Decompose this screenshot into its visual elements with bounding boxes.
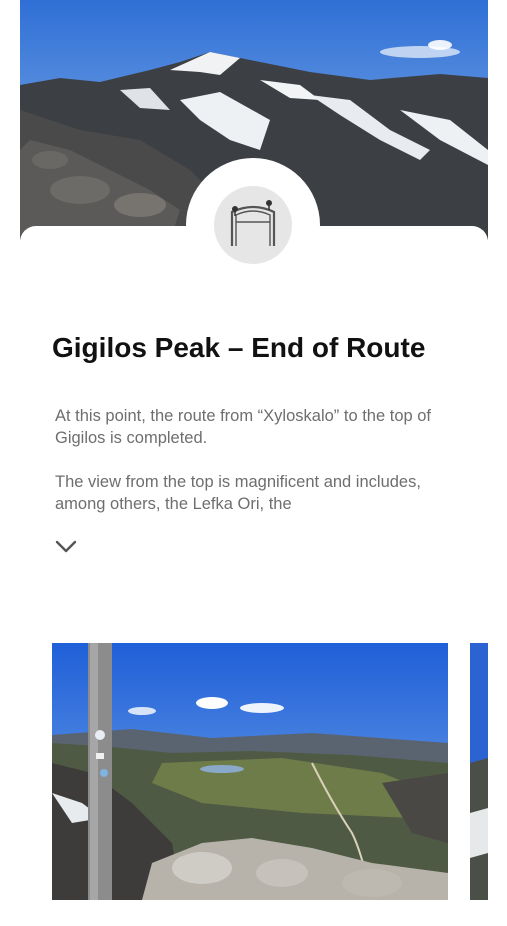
chevron-down-icon[interactable] (52, 534, 80, 558)
gallery-photo[interactable] (52, 643, 448, 900)
description-paragraph: The view from the top is magnificent and… (55, 473, 421, 513)
description-paragraph: At this point, the route from “Xyloskalo… (55, 407, 432, 447)
route-end-icon (214, 186, 292, 264)
gallery-photo[interactable] (470, 643, 507, 900)
photo-gallery[interactable] (0, 643, 507, 900)
page-title: Gigilos Peak – End of Route (52, 332, 426, 363)
description: At this point, the route from “Xyloskalo… (55, 405, 455, 537)
